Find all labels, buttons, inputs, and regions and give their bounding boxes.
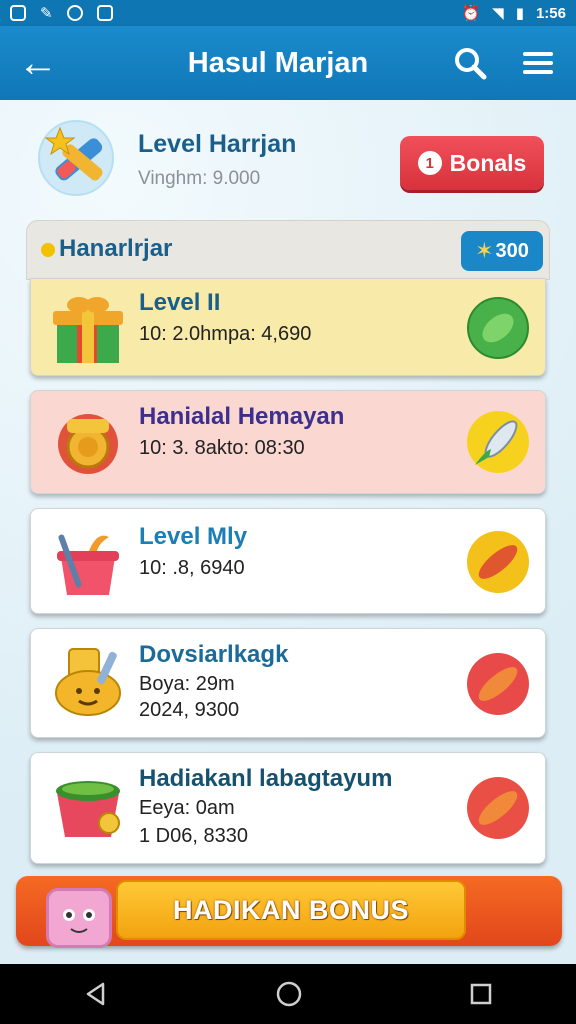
card-title: Hadiakanl labagtayum	[139, 765, 393, 792]
card-title: Dovsiarlkagk	[139, 641, 289, 668]
hamburger-icon	[523, 47, 553, 79]
golden-pot-icon	[49, 643, 127, 721]
navigation-bar	[0, 964, 576, 1024]
level-subtitle: Vinghm: 9.000	[138, 168, 261, 189]
wifi-icon: ◥	[492, 5, 504, 22]
score-value: 300	[495, 239, 529, 262]
card-detail: 10: 3. 8akto: 08:30	[139, 437, 305, 459]
page-title: Hasul Marjan	[187, 46, 369, 79]
claim-bonus-button[interactable]: HADIKAN BONUS	[116, 880, 466, 940]
card-detail: 2024, 9300	[139, 699, 240, 721]
bonus-button[interactable]: 1 Bonals	[400, 136, 544, 190]
level-title: Level Harrjan	[138, 130, 297, 158]
bonus-button-label: Bonals	[449, 149, 527, 176]
app-notification-icon	[10, 5, 26, 21]
card-detail: Boya: 29m	[139, 673, 235, 695]
gift-box-icon	[49, 289, 127, 367]
card-detail: 10: 2.0hmpa: 4,690	[139, 323, 312, 345]
card-detail: 1 D06, 8330	[139, 825, 248, 847]
pink-mascot-icon	[46, 888, 112, 948]
bonus-banner: HADIKAN BONUS	[16, 876, 562, 948]
home-nav-icon[interactable]	[275, 980, 303, 1008]
magic-wand-icon	[38, 120, 114, 196]
menu-button[interactable]	[500, 47, 576, 79]
rocket-icon	[467, 411, 529, 473]
back-arrow-icon[interactable]: ←	[0, 43, 76, 83]
list-item[interactable]: Hadiakanl labagtayum Eeya: 0am 1 D06, 83…	[30, 752, 546, 864]
main-content: Level Harrjan Vinghm: 9.000 1 Bonals Han…	[0, 100, 576, 964]
card-title: Level II	[139, 289, 221, 316]
alarm-icon: ⏰	[461, 5, 481, 22]
list-header-title: Hanarlrjar	[59, 235, 173, 262]
battery-icon: ▮	[515, 5, 524, 22]
card-title: Level Mly	[139, 523, 248, 550]
card-title: Hanialal Hemayan	[139, 403, 345, 430]
carrot-icon	[467, 777, 529, 839]
list-item[interactable]: Dovsiarlkagk Boya: 29m 2024, 9300	[30, 628, 546, 738]
coin-emblem-icon	[49, 405, 127, 483]
green-leaf-icon	[467, 297, 529, 359]
star-icon: ✶	[475, 238, 494, 263]
bonus-count-badge: 1	[417, 151, 442, 175]
image-notification-icon	[96, 5, 113, 21]
flower-pot-icon	[49, 523, 127, 601]
card-detail: Eeya: 0am	[139, 797, 235, 819]
search-icon	[455, 48, 487, 80]
app-bar: ← Hasul Marjan	[0, 26, 576, 100]
back-nav-icon[interactable]	[83, 981, 109, 1007]
vpn-notification-icon	[66, 5, 83, 21]
list-item[interactable]: Level II 10: 2.0hmpa: 4,690	[30, 278, 546, 376]
edit-notification-icon: ✎	[40, 5, 53, 22]
carrot-icon	[467, 653, 529, 715]
soup-pot-icon	[49, 769, 127, 847]
search-button[interactable]	[440, 45, 500, 81]
coin-dot-icon	[41, 243, 55, 257]
list-item[interactable]: Hanialal Hemayan 10: 3. 8akto: 08:30	[30, 390, 546, 494]
recents-nav-icon[interactable]	[469, 982, 493, 1006]
status-bar: ✎ ⏰ ◥ ▮ 1:56	[0, 0, 576, 26]
level-header: Level Harrjan Vinghm: 9.000 1 Bonals	[34, 118, 554, 198]
score-badge[interactable]: ✶ 300	[461, 231, 543, 271]
list-item[interactable]: Level Mly 10: .8, 6940	[30, 508, 546, 614]
clock: 1:56	[535, 4, 566, 22]
list-header: Hanarlrjar ✶ 300	[26, 220, 550, 280]
carrot-icon	[467, 531, 529, 593]
card-detail: 10: .8, 6940	[139, 557, 245, 579]
